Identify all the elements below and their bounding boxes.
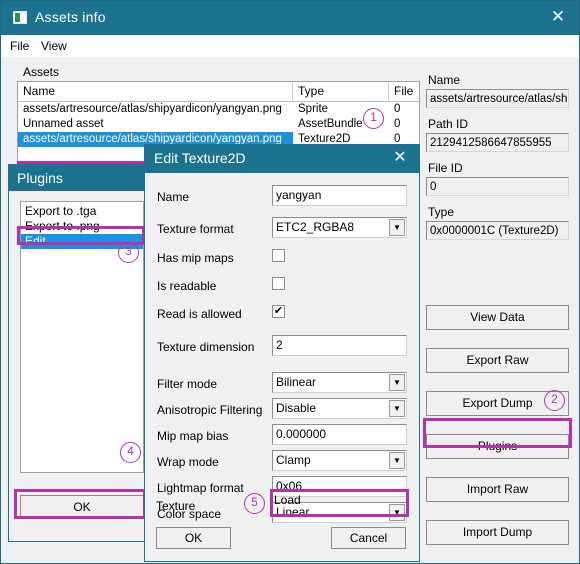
label-anisotropic-filtering: Anisotropic Filtering: [157, 403, 263, 417]
field-label-path-id: Path ID: [428, 117, 469, 131]
load-texture-button[interactable]: Load: [274, 493, 404, 507]
menu-bar: File View: [1, 35, 579, 58]
label-texture: Texture: [156, 499, 196, 513]
chevron-down-icon[interactable]: ▼: [389, 374, 405, 391]
label-texture-format: Texture format: [157, 222, 234, 236]
list-item[interactable]: Export to .tga: [21, 204, 143, 219]
chevron-down-icon[interactable]: ▼: [389, 400, 405, 417]
input-texture-dimension[interactable]: 2: [272, 335, 407, 356]
list-item-edit[interactable]: Edit: [21, 234, 143, 249]
input-name[interactable]: yangyan: [272, 185, 407, 206]
select-wrap-mode[interactable]: Clamp ▼: [272, 450, 407, 471]
export-dump-button[interactable]: Export Dump: [426, 391, 569, 416]
select-anisotropic-filtering-value: Disable: [276, 401, 317, 415]
checkbox-read-is-allowed[interactable]: ✔: [272, 305, 285, 318]
plugins-dialog: Plugins Export to .tga Export to .png Ed…: [8, 164, 153, 542]
field-value-name[interactable]: assets/artresource/atlas/sh: [426, 89, 569, 108]
table-row[interactable]: assets/artresource/atlas/shipyardicon/ya…: [18, 102, 419, 117]
app-window: Assets info ✕ File View Assets Name Type…: [0, 0, 580, 564]
label-mip-map-bias: Mip map bias: [157, 429, 229, 443]
plugins-list[interactable]: Export to .tga Export to .png Edit: [20, 201, 144, 473]
chevron-down-icon[interactable]: ▼: [389, 452, 405, 469]
asset-info-panel: Name assets/artresource/atlas/sh Path ID…: [426, 73, 571, 545]
label-name: Name: [157, 190, 190, 204]
cell-name: assets/artresource/atlas/shipyardicon/ya…: [23, 103, 282, 115]
plugins-dialog-title: Plugins: [9, 165, 152, 191]
input-mip-map-bias[interactable]: 0.000000: [272, 424, 407, 445]
select-filter-mode[interactable]: Bilinear ▼: [272, 372, 407, 393]
export-raw-button[interactable]: Export Raw: [426, 348, 569, 373]
label-is-readable: Is readable: [157, 279, 217, 293]
assets-label: Assets: [23, 65, 60, 79]
select-wrap-mode-value: Clamp: [276, 453, 311, 467]
menu-item-file[interactable]: File: [10, 39, 29, 53]
column-header-file[interactable]: File: [389, 82, 419, 101]
plugins-ok-button[interactable]: OK: [20, 495, 144, 519]
edit-dialog-titlebar: Edit Texture2D ✕: [145, 145, 419, 173]
chevron-down-icon[interactable]: ▼: [389, 219, 405, 236]
label-has-mip-maps: Has mip maps: [157, 251, 234, 265]
column-header-type[interactable]: Type: [293, 82, 389, 101]
cell-file: 0: [394, 103, 401, 115]
close-icon[interactable]: ✕: [549, 8, 567, 26]
plugins-button[interactable]: Plugins: [426, 434, 569, 459]
assets-list-header: Name Type File: [18, 82, 419, 102]
cell-type: Sprite: [298, 103, 329, 115]
label-lightmap-format: Lightmap format: [157, 481, 244, 495]
column-header-name[interactable]: Name: [18, 82, 293, 101]
label-wrap-mode: Wrap mode: [157, 455, 219, 469]
edit-dialog-title: Edit Texture2D: [154, 150, 246, 166]
select-texture-format[interactable]: ETC2_RGBA8 ▼: [272, 217, 407, 238]
app-logo-icon: [13, 11, 27, 24]
cell-type: AssetBundle: [298, 118, 363, 130]
view-data-button[interactable]: View Data: [426, 305, 569, 330]
checkbox-is-readable[interactable]: [272, 277, 285, 290]
list-item[interactable]: Export to .png: [21, 219, 143, 234]
import-dump-button[interactable]: Import Dump: [426, 520, 569, 545]
field-label-file-id: File ID: [428, 161, 463, 175]
window-titlebar: Assets info ✕: [1, 1, 579, 35]
edit-dialog-cancel-button[interactable]: Cancel: [331, 527, 406, 549]
label-filter-mode: Filter mode: [157, 377, 218, 391]
label-texture-dimension: Texture dimension: [157, 340, 255, 354]
field-label-type: Type: [428, 205, 455, 219]
select-anisotropic-filtering[interactable]: Disable ▼: [272, 398, 407, 419]
window-title: Assets info: [35, 9, 106, 25]
menu-item-view[interactable]: View: [41, 39, 67, 53]
cell-file: 0: [394, 118, 401, 130]
select-filter-mode-value: Bilinear: [276, 375, 317, 389]
field-value-path-id[interactable]: 2129412586647855955: [426, 133, 569, 152]
edit-dialog-ok-button[interactable]: OK: [156, 527, 231, 549]
label-read-is-allowed: Read is allowed: [157, 307, 242, 321]
field-value-file-id[interactable]: 0: [426, 177, 569, 196]
select-texture-format-value: ETC2_RGBA8: [276, 220, 355, 234]
cell-name: Unnamed asset: [23, 118, 104, 130]
table-row[interactable]: Unnamed asset AssetBundle 0: [18, 117, 419, 132]
field-value-type[interactable]: 0x0000001C (Texture2D): [426, 221, 569, 240]
close-icon[interactable]: ✕: [391, 149, 409, 167]
field-label-name: Name: [428, 73, 461, 87]
import-raw-button[interactable]: Import Raw: [426, 477, 569, 502]
checkbox-has-mip-maps[interactable]: [272, 249, 285, 262]
select-color-space-value: Linear: [276, 505, 310, 519]
